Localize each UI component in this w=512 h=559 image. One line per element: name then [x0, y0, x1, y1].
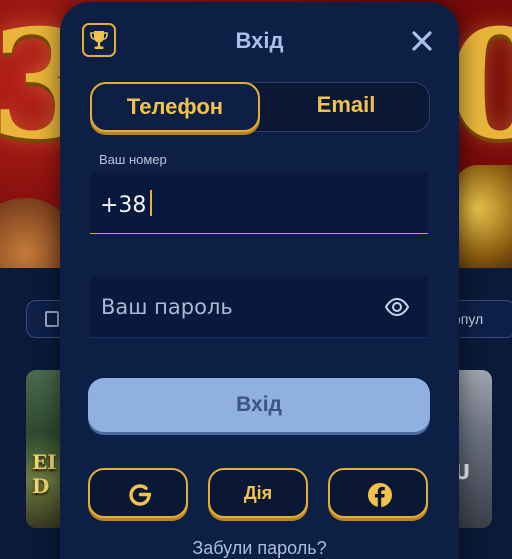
diia-label: Дія [243, 483, 273, 503]
forgot-password-link[interactable]: Забули пароль? [60, 538, 459, 559]
google-icon [129, 484, 152, 506]
close-button[interactable] [410, 29, 434, 53]
phone-field-label: Ваш номер [99, 152, 167, 167]
close-icon [412, 31, 432, 51]
diia-login-button[interactable]: Дія [208, 468, 308, 518]
toggle-password-visibility-button[interactable] [384, 294, 412, 320]
password-field [90, 276, 428, 338]
phone-input[interactable]: +38 [90, 172, 428, 234]
login-method-tabs: Телефон Email [90, 82, 430, 132]
facebook-icon [368, 483, 392, 507]
google-login-button[interactable] [88, 468, 188, 518]
facebook-login-button[interactable] [328, 468, 428, 518]
modal-title: Вхід [235, 28, 284, 53]
tab-email[interactable]: Email [261, 82, 431, 132]
login-submit-button[interactable]: Вхід [88, 378, 430, 432]
phone-input-value: +38 [100, 193, 147, 218]
eye-icon [384, 297, 410, 317]
text-caret [150, 190, 153, 216]
tab-phone[interactable]: Телефон [90, 82, 260, 132]
login-modal: Вхід Телефон Email Ваш номер +38 Вхід Ді… [60, 2, 459, 559]
grid-icon [45, 311, 59, 327]
password-input[interactable] [90, 276, 380, 338]
